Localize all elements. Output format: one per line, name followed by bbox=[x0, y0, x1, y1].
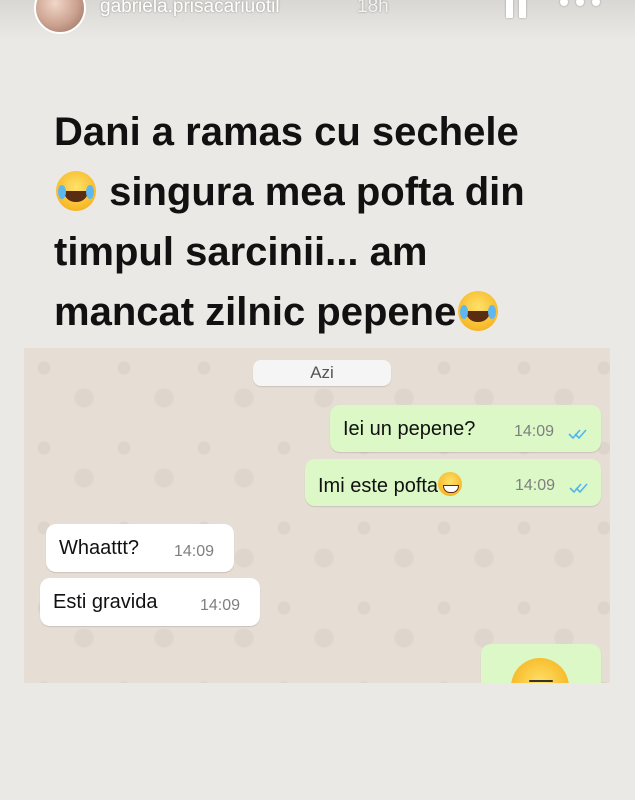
message-time: 14:09 bbox=[515, 477, 556, 494]
message-text: Whaattt? bbox=[59, 537, 140, 559]
avatar[interactable] bbox=[34, 0, 86, 34]
message-bubble-outgoing[interactable]: Iei un pepene? 14:09 bbox=[330, 405, 601, 452]
read-ticks-icon bbox=[568, 429, 587, 440]
pause-icon[interactable] bbox=[506, 0, 528, 20]
more-icon[interactable] bbox=[560, 0, 600, 10]
date-pill: Azi bbox=[253, 360, 391, 386]
story-time: 18h bbox=[357, 0, 389, 17]
message-time: 14:09 bbox=[514, 423, 555, 440]
username[interactable]: gabriela.prisacariuotil bbox=[100, 0, 280, 18]
message-text: Esti gravida bbox=[53, 591, 158, 613]
message-time: 14:09 bbox=[174, 543, 215, 560]
story-header: gabriela.prisacariuotil 18h bbox=[0, 0, 635, 40]
message-bubble-incoming[interactable]: Esti gravida 14:09 bbox=[40, 578, 260, 626]
message-text: Imi este pofta bbox=[318, 475, 439, 497]
chat-screenshot: Azi Iei un pepene? 14:09 Imi este pofta … bbox=[24, 348, 610, 683]
message-time: 14:09 bbox=[200, 597, 241, 614]
laughing-tears-emoji-icon bbox=[458, 291, 499, 331]
laughing-tears-emoji-icon bbox=[56, 171, 96, 211]
grinning-emoji-icon bbox=[438, 472, 463, 496]
story-bottom-area bbox=[0, 684, 635, 800]
chat-background-pattern bbox=[24, 348, 610, 683]
caption-line-3: timpul sarcinii... am bbox=[54, 230, 428, 274]
message-bubble-outgoing-partial[interactable] bbox=[481, 644, 601, 683]
story-caption: Dani a ramas cu sechele singura mea poft… bbox=[54, 102, 614, 342]
emoji-icon bbox=[511, 658, 569, 683]
message-text: Iei un pepene? bbox=[343, 418, 476, 440]
message-bubble-outgoing[interactable]: Imi este pofta 14:09 bbox=[305, 459, 601, 506]
caption-line-1: Dani a ramas cu sechele bbox=[54, 110, 519, 154]
message-content: Imi este pofta bbox=[318, 472, 463, 498]
message-bubble-incoming[interactable]: Whaattt? 14:09 bbox=[46, 524, 234, 572]
read-ticks-icon bbox=[569, 483, 588, 494]
caption-line-4: mancat zilnic pepene bbox=[54, 290, 457, 334]
caption-line-2: singura mea pofta din bbox=[98, 170, 525, 214]
